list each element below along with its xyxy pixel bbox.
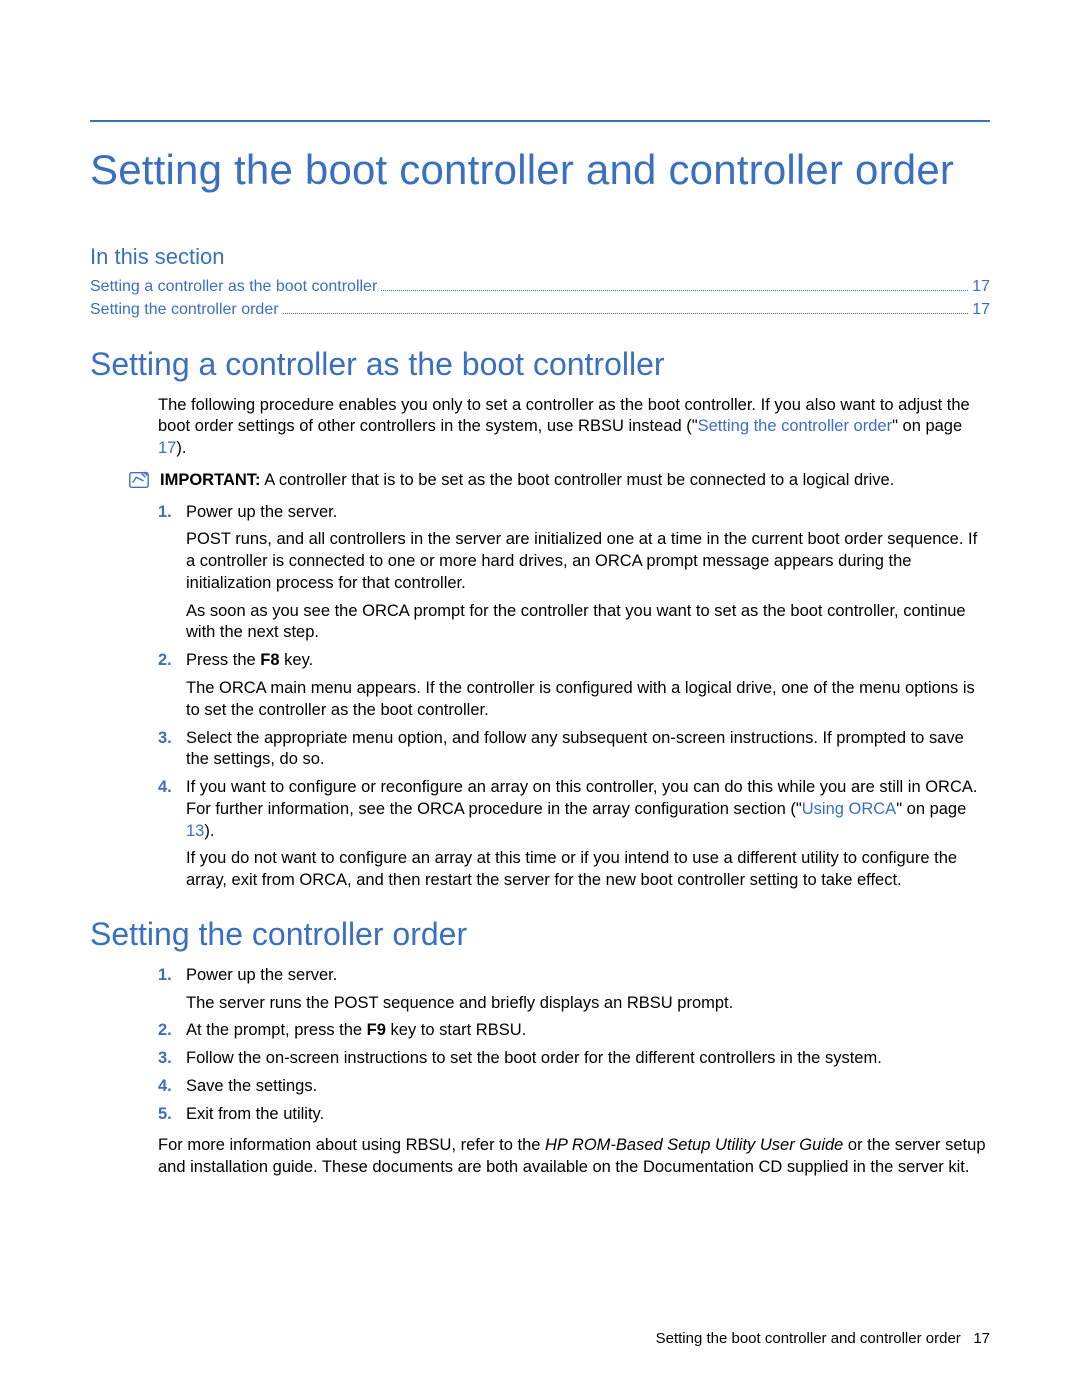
step-item: Press the F8 key. The ORCA main menu app…: [158, 650, 990, 721]
link-page-ref[interactable]: 13: [186, 822, 204, 840]
footer-page-number: 17: [973, 1330, 990, 1347]
step-paragraph: POST runs, and all controllers in the se…: [186, 529, 990, 594]
closing-guide-title: HP ROM-Based Setup Utility User Guide: [545, 1136, 843, 1154]
link-setting-controller-order[interactable]: Setting the controller order: [698, 417, 892, 435]
step-paragraph: If you do not want to configure an array…: [186, 848, 990, 892]
toc-entry-page: 17: [972, 299, 990, 321]
toc-leader-dots: [283, 299, 969, 314]
key-label: F9: [367, 1021, 386, 1039]
step-lead: Follow the on-screen instructions to set…: [186, 1049, 882, 1067]
step-lead: " on page: [896, 800, 966, 818]
intro-text: " on page: [892, 417, 962, 435]
toc-entry[interactable]: Setting the controller order 17: [90, 299, 990, 322]
section-heading-boot-controller: Setting a controller as the boot control…: [90, 346, 990, 383]
link-using-orca[interactable]: Using ORCA: [802, 800, 896, 818]
closing-paragraph: For more information about using RBSU, r…: [158, 1135, 990, 1179]
important-body: A controller that is to be set as the bo…: [261, 471, 895, 489]
step-item: Power up the server. The server runs the…: [158, 965, 990, 1015]
toc-entry-title: Setting a controller as the boot control…: [90, 276, 377, 298]
step-paragraph: As soon as you see the ORCA prompt for t…: [186, 601, 990, 645]
step-paragraph: The ORCA main menu appears. If the contr…: [186, 678, 990, 722]
step-lead: Power up the server.: [186, 966, 337, 984]
step-item: Select the appropriate menu option, and …: [158, 728, 990, 772]
step-item: If you want to configure or reconfigure …: [158, 777, 990, 892]
step-item: At the prompt, press the F9 key to start…: [158, 1020, 990, 1042]
step-item: Follow the on-screen instructions to set…: [158, 1048, 990, 1070]
step-lead: Exit from the utility.: [186, 1105, 324, 1123]
document-page: Setting the boot controller and controll…: [0, 0, 1080, 1397]
step-item: Power up the server. POST runs, and all …: [158, 502, 990, 645]
important-note: IMPORTANT: A controller that is to be se…: [128, 470, 990, 492]
important-text: IMPORTANT: A controller that is to be se…: [160, 470, 894, 492]
important-label: IMPORTANT:: [160, 471, 261, 489]
footer-title: Setting the boot controller and controll…: [656, 1330, 961, 1347]
important-icon: [128, 469, 150, 491]
step-lead: Select the appropriate menu option, and …: [186, 729, 964, 769]
step-lead: At the prompt, press the: [186, 1021, 367, 1039]
page-title: Setting the boot controller and controll…: [90, 146, 990, 194]
toc-entry[interactable]: Setting a controller as the boot control…: [90, 276, 990, 299]
step-lead: Press the: [186, 651, 260, 669]
intro-paragraph: The following procedure enables you only…: [158, 395, 990, 460]
closing-text: For more information about using RBSU, r…: [158, 1136, 545, 1154]
link-page-ref[interactable]: 17: [158, 439, 176, 457]
key-label: F8: [260, 651, 279, 669]
toc-entry-title: Setting the controller order: [90, 299, 279, 321]
procedure-list-a: Power up the server. POST runs, and all …: [158, 502, 990, 892]
step-lead: key.: [280, 651, 314, 669]
intro-text: ).: [176, 439, 186, 457]
section-heading-controller-order: Setting the controller order: [90, 916, 990, 953]
toc-leader-dots: [381, 276, 968, 291]
in-this-section-heading: In this section: [90, 244, 990, 270]
step-item: Save the settings.: [158, 1076, 990, 1098]
page-footer: Setting the boot controller and controll…: [656, 1330, 990, 1347]
procedure-list-b: Power up the server. The server runs the…: [158, 965, 990, 1126]
toc-entry-page: 17: [972, 276, 990, 298]
step-lead: Save the settings.: [186, 1077, 317, 1095]
step-lead: ).: [204, 822, 214, 840]
step-lead: Power up the server.: [186, 503, 337, 521]
horizontal-rule: [90, 120, 990, 122]
step-paragraph: The server runs the POST sequence and br…: [186, 993, 990, 1015]
step-item: Exit from the utility.: [158, 1104, 990, 1126]
step-lead: key to start RBSU.: [386, 1021, 526, 1039]
